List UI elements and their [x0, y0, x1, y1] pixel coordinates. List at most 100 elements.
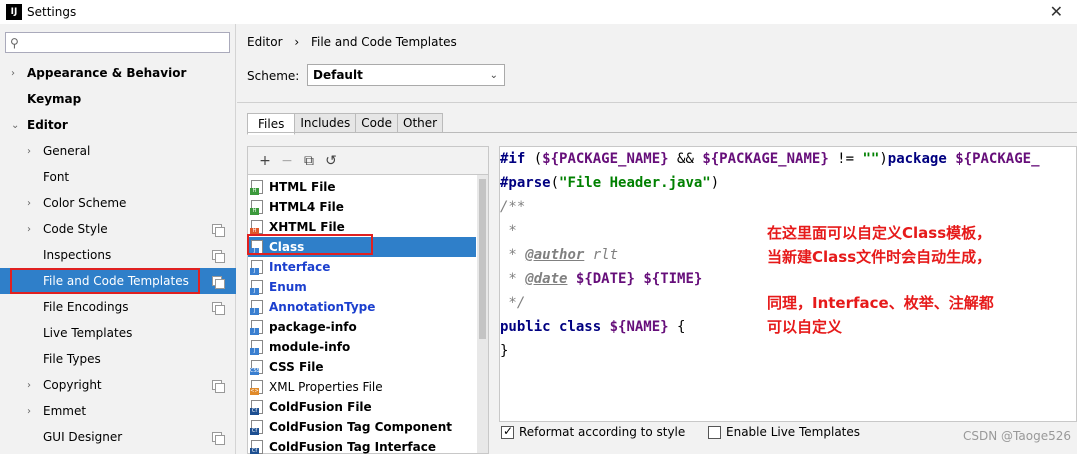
project-copy-icon — [212, 380, 225, 393]
sidebar-item-font[interactable]: Font — [0, 164, 236, 190]
template-item-class[interactable]: J Class — [248, 237, 476, 257]
project-copy-icon — [212, 276, 225, 289]
sidebar-item-color-scheme[interactable]: › Color Scheme — [0, 190, 236, 216]
code-line-8: public class ${NAME} { — [500, 319, 686, 335]
add-icon[interactable]: + — [254, 153, 276, 169]
close-icon[interactable]: ✕ — [1050, 2, 1063, 21]
file-type-icon: H — [250, 220, 263, 235]
tab-includes[interactable]: Includes — [294, 113, 357, 133]
template-item-coldfusion-tag-component[interactable]: Cf ColdFusion Tag Component — [248, 417, 476, 437]
file-type-icon: J — [250, 260, 263, 275]
file-type-icon: J — [250, 320, 263, 335]
file-type-icon: Cf — [250, 420, 263, 435]
template-item-label: Interface — [269, 260, 331, 274]
reformat-option[interactable]: Reformat according to style — [501, 424, 686, 439]
code-line-2: #parse("File Header.java") — [500, 175, 720, 191]
breadcrumb: Editor › File and Code Templates — [247, 35, 465, 49]
template-item-label: package-info — [269, 320, 357, 334]
sidebar-item-copyright[interactable]: › Copyright — [0, 372, 236, 398]
template-item-label: AnnotationType — [269, 300, 376, 314]
sidebar-item-file-encodings[interactable]: File Encodings — [0, 294, 236, 320]
sidebar-item-label: Color Scheme — [43, 196, 127, 210]
sidebar-item-gui-designer[interactable]: GUI Designer — [0, 424, 236, 450]
live-templates-option[interactable]: Enable Live Templates — [708, 425, 860, 439]
template-item-label: Enum — [269, 280, 307, 294]
file-type-icon: J — [250, 280, 263, 295]
template-item-xml-properties-file[interactable]: <> XML Properties File — [248, 377, 476, 397]
sidebar-item-inspections[interactable]: Inspections — [0, 242, 236, 268]
sidebar-item-keymap[interactable]: Keymap — [0, 86, 236, 112]
list-toolbar: + − ⧉ ↺ — [248, 147, 488, 175]
template-item-xhtml-file[interactable]: H XHTML File — [248, 217, 476, 237]
chevron-right-icon[interactable]: › — [27, 380, 31, 391]
template-list-panel: + − ⧉ ↺ H HTML File H HTML4 File H XHTML File… — [247, 146, 489, 454]
code-line-4: * — [500, 223, 517, 239]
template-item-package-info[interactable]: Jpackage-info — [248, 317, 476, 337]
sidebar-item-code-style[interactable]: › Code Style — [0, 216, 236, 242]
sidebar-item-label: General — [43, 144, 91, 158]
sidebar-item-general[interactable]: › General — [0, 138, 236, 164]
template-item-enum[interactable]: J Enum — [248, 277, 476, 297]
sidebar-item-emmet[interactable]: › Emmet — [0, 398, 236, 424]
code-line-1: #if (${PACKAGE_NAME} && ${PACKAGE_NAME} … — [500, 151, 1040, 167]
sidebar-item-label: Live Templates — [43, 326, 133, 340]
sidebar-item-file-types[interactable]: File Types — [0, 346, 236, 372]
sidebar-item-label: Editor — [27, 118, 68, 132]
template-item-coldfusion-file[interactable]: Cf ColdFusion File — [248, 397, 476, 417]
sidebar-item-label: Code Style — [43, 222, 108, 236]
search-input[interactable]: ⚲ — [5, 32, 230, 53]
reformat-label: Reformat according to style — [519, 425, 686, 439]
intellij-app-icon: IJ — [6, 4, 22, 20]
settings-sidebar: ⚲ › Appearance & Behavior Keymap ⌄ Editor › Ge… — [0, 24, 236, 454]
settings-window: IJ Settings ✕ ⚲ › Appearance & Behavior Ke… — [0, 0, 1077, 454]
remove-icon[interactable]: − — [276, 153, 298, 169]
sidebar-item-file-and-code-templates[interactable]: File and Code Templates — [0, 268, 236, 294]
sidebar-item-live-templates[interactable]: Live Templates — [0, 320, 236, 346]
template-item-module-info[interactable]: Jmodule-info — [248, 337, 476, 357]
chevron-right-icon[interactable]: › — [27, 406, 31, 417]
file-type-icon: J — [250, 240, 263, 255]
annotation-text: 当新建Class文件时会自动生成， — [767, 248, 992, 266]
code-line-5: * @author rlt — [500, 247, 619, 263]
breadcrumb-editor[interactable]: Editor — [247, 35, 283, 49]
template-item-coldfusion-tag-interface[interactable]: Cf ColdFusion Tag Interface — [248, 437, 476, 454]
sidebar-item-appearance-behavior[interactable]: › Appearance & Behavior — [0, 60, 236, 86]
tab-code[interactable]: Code — [355, 113, 399, 133]
scheme-dropdown[interactable]: Default ⌄ — [307, 64, 505, 86]
tab-other[interactable]: Other — [397, 113, 444, 133]
code-line-6: * @date ${DATE} ${TIME} — [500, 271, 703, 287]
template-editor[interactable]: #if (${PACKAGE_NAME} && ${PACKAGE_NAME} … — [499, 146, 1077, 422]
template-item-label: HTML4 File — [269, 200, 344, 214]
chevron-down-icon[interactable]: ⌄ — [11, 120, 19, 131]
template-item-label: Class — [269, 240, 305, 254]
breadcrumb-current: File and Code Templates — [310, 35, 457, 49]
code-line-7: */ — [500, 295, 526, 311]
template-item-label: ColdFusion File — [269, 400, 372, 414]
template-item-html4-file[interactable]: H HTML4 File — [248, 197, 476, 217]
template-item-label: XHTML File — [269, 220, 345, 234]
annotation-text: 在这里面可以自定义Class模板， — [767, 224, 992, 242]
template-item-annotationtype[interactable]: J AnnotationType — [248, 297, 476, 317]
annotation-text: 可以自定义 — [767, 318, 843, 336]
sidebar-item-label: Emmet — [43, 404, 87, 418]
file-type-icon: Cf — [250, 400, 263, 415]
chevron-right-icon[interactable]: › — [27, 198, 31, 209]
chevron-right-icon[interactable]: › — [27, 224, 31, 235]
chevron-right-icon[interactable]: › — [11, 68, 15, 79]
sidebar-item-editor[interactable]: ⌄ Editor — [0, 112, 236, 138]
template-item-html-file[interactable]: H HTML File — [248, 177, 476, 197]
list-scrollbar[interactable] — [477, 175, 488, 453]
project-copy-icon — [212, 250, 225, 263]
sidebar-item-label: File Types — [43, 352, 101, 366]
chevron-right-icon[interactable]: › — [27, 146, 31, 157]
reset-icon[interactable]: ↺ — [320, 153, 342, 169]
template-tabs: Files Includes Code Other — [247, 113, 444, 135]
project-copy-icon — [212, 302, 225, 315]
copy-icon[interactable]: ⧉ — [298, 153, 320, 169]
template-item-css-file[interactable]: CSS CSS File — [248, 357, 476, 377]
watermark: CSDN @Taoge526 — [963, 429, 1071, 443]
scrollbar-thumb[interactable] — [479, 179, 486, 339]
template-item-interface[interactable]: J Interface — [248, 257, 476, 277]
reformat-checkbox[interactable] — [501, 424, 514, 439]
live-templates-checkbox[interactable] — [708, 425, 721, 439]
